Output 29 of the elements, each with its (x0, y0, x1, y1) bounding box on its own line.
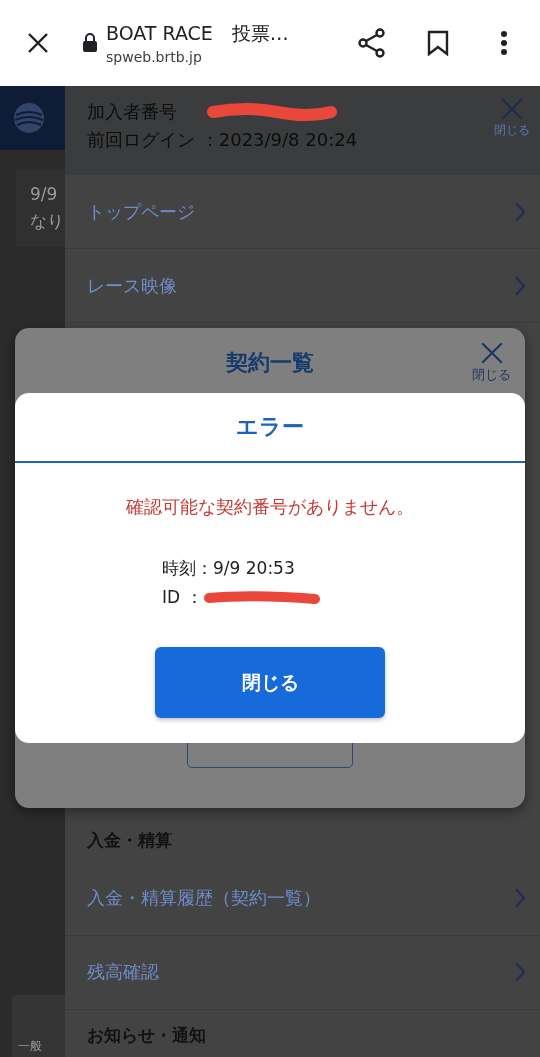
dialog-title: 契約一覧 (226, 349, 314, 377)
page-url: spweb.brtb.jp (106, 49, 203, 65)
time-text: 時刻：9/9 20:53 (162, 557, 296, 580)
menu-link[interactable]: トップページ (65, 175, 540, 250)
chevron-right-icon (514, 200, 526, 223)
id-label: ID ： (162, 586, 203, 609)
dialog-close-button[interactable]: 閉じる (472, 340, 511, 384)
close-icon (27, 32, 49, 54)
chevron-right-icon (514, 274, 526, 297)
close-button[interactable]: 閉じる (155, 647, 385, 718)
menu-link[interactable]: 入金・精算履歴（契約一覧） (65, 861, 540, 936)
background-text: なり (30, 210, 65, 233)
menu-close-button[interactable]: 閉じる (494, 96, 530, 139)
bookmark-icon (427, 30, 449, 56)
background-text: 9/9 (30, 184, 59, 204)
error-message: 確認可能な契約番号がありません。 (126, 495, 414, 519)
share-button[interactable] (356, 27, 388, 59)
error-title: エラー (236, 413, 304, 441)
chevron-right-icon (514, 961, 526, 984)
background-text: 一般 (18, 1038, 43, 1055)
menu-link[interactable]: レース映像 (65, 249, 540, 324)
chevron-right-icon (514, 887, 526, 910)
more-icon (500, 30, 508, 56)
menu-link[interactable]: 残高確認 (65, 935, 540, 1010)
logo-icon (12, 101, 46, 135)
close-icon (499, 96, 525, 122)
lock-icon (82, 33, 98, 53)
share-icon (358, 28, 386, 58)
page-title: BOAT RACE 投票… (106, 21, 290, 46)
